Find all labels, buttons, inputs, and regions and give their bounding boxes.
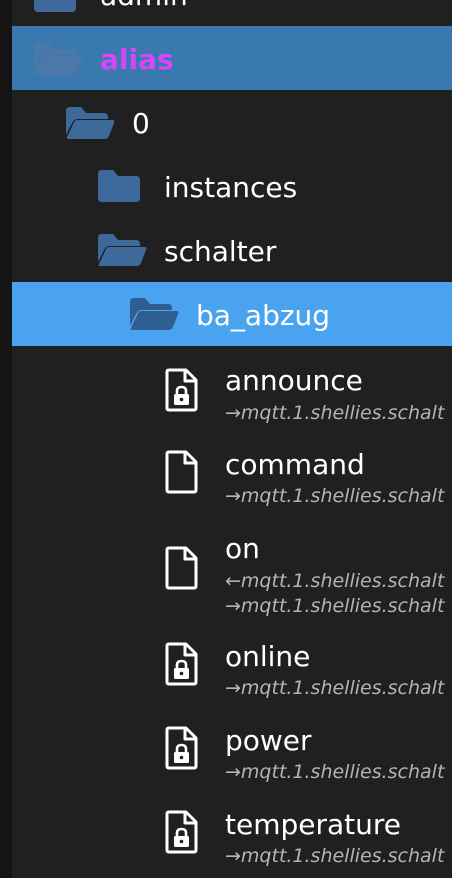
file-icon [164,450,200,494]
alias-link-target: →mqtt.1.shellies.schalt [225,485,445,507]
tree-item-label: admin [100,0,188,10]
folder-open-icon [32,41,84,77]
folder-open-icon [96,232,148,268]
file-locked-icon [164,642,200,686]
tree-item-label: online [225,640,311,673]
alias-link-target: →mqtt.1.shellies.schalt [225,845,445,867]
tree-item-label: instances [164,171,298,204]
alias-link-target: →mqtt.1.shellies.schalt [225,677,445,699]
folder-closed-icon [96,168,142,204]
tree-item-label: power [225,724,312,757]
tree-item-label: alias [100,43,174,76]
left-gutter [0,0,12,878]
tree-item-label: 0 [132,107,150,140]
tree-item-label: on [225,532,260,565]
alias-link-write: →mqtt.1.shellies.schalt [225,595,445,617]
tree-item-label: schalter [164,235,277,268]
folder-open-icon [128,296,180,332]
alias-link-target: →mqtt.1.shellies.schalt [225,761,445,783]
folder-closed-icon [32,0,78,14]
folder-open-icon [64,105,116,141]
file-icon [164,546,200,590]
alias-link-target: →mqtt.1.shellies.schalt [225,402,445,424]
alias-link-read: ←mqtt.1.shellies.schalt [225,570,445,592]
file-locked-icon [164,726,200,770]
tree-item-label: command [225,448,365,481]
tree-item-label: announce [225,364,363,397]
file-locked-icon [164,368,200,412]
tree-item-label: temperature [225,808,401,841]
tree-item-label: ba_abzug [196,299,331,332]
file-locked-icon [164,810,200,854]
